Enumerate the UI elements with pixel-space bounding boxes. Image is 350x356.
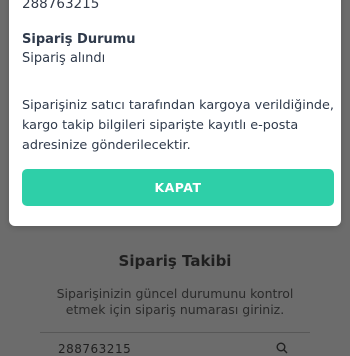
close-button[interactable]: KAPAT (22, 169, 334, 206)
order-status-value: Sipariş alındı (22, 51, 106, 66)
page-title: Sipariş Takibi (118, 252, 232, 270)
shipping-info-text: Siparişiniz satıcı tarafından kargoya ve… (22, 98, 334, 153)
order-number-input[interactable]: 288763215 (58, 342, 131, 356)
input-divider (40, 332, 310, 333)
order-number: 288763215 (22, 0, 100, 12)
order-status-modal: 288763215 Sipariş Durumu Sipariş alındı … (9, 0, 341, 226)
search-icon[interactable] (276, 342, 288, 354)
order-status-label: Sipariş Durumu (22, 32, 136, 47)
page-description: Siparişinizin güncel durumunu kontrol et… (56, 286, 294, 317)
